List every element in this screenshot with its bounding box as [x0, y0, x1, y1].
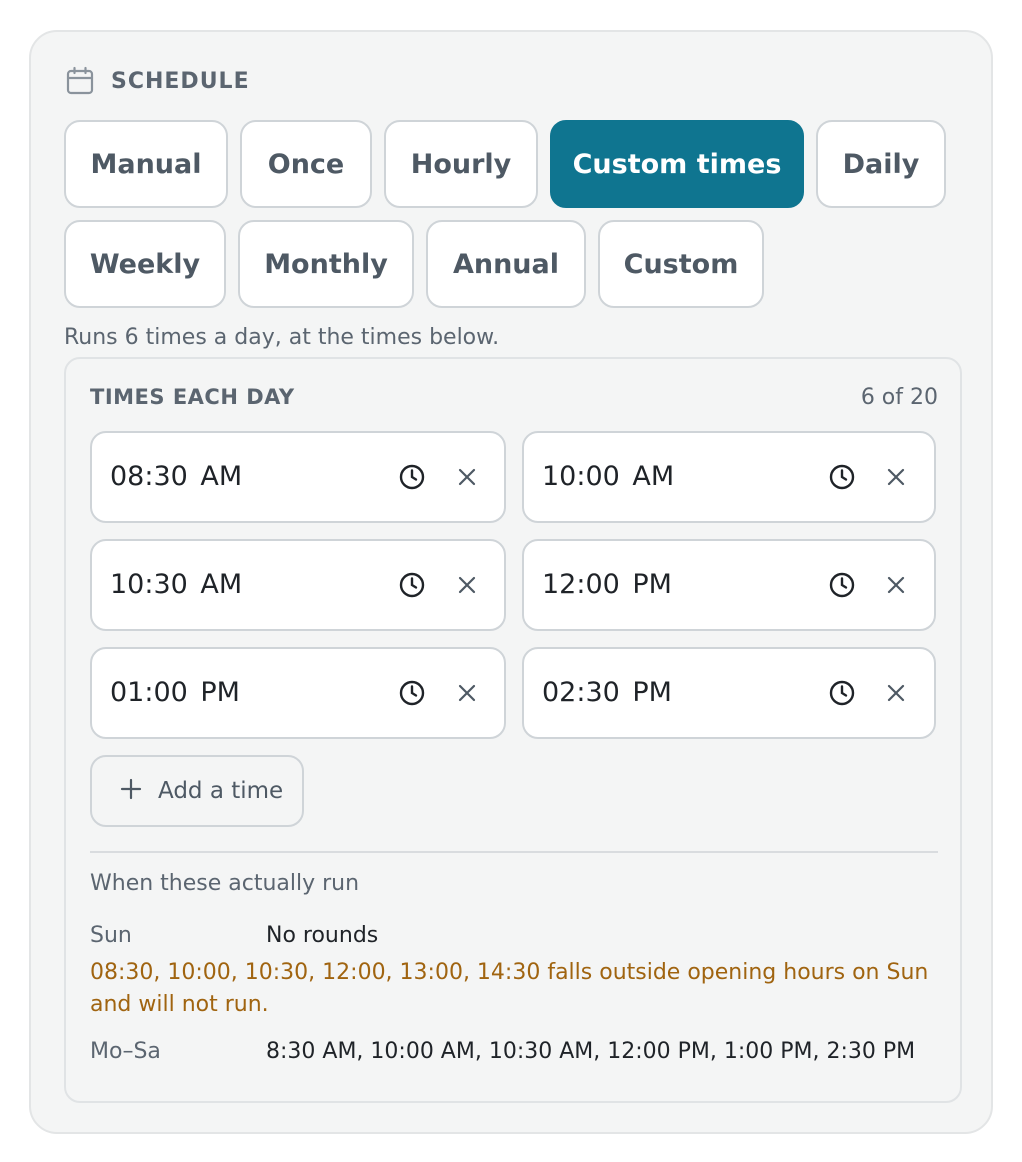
frequency-option-label: Weekly	[89, 248, 201, 280]
frequency-option-label: Custom times	[572, 148, 782, 180]
add-time-label: Add a time	[158, 778, 284, 804]
frequency-option-label: Daily	[842, 148, 920, 180]
time-field-5[interactable]: 01:00 PM	[90, 647, 506, 739]
schedule-summary: Runs 6 times a day, at the times below.	[64, 325, 500, 350]
remove-time-icon[interactable]	[882, 679, 910, 707]
time-field-3[interactable]: 10:30 AM	[90, 539, 506, 631]
remove-time-icon[interactable]	[882, 571, 910, 599]
plus-icon	[120, 778, 142, 804]
time-field-4[interactable]: 12:00 PM	[522, 539, 936, 631]
frequency-option-weekly[interactable]: Weekly	[64, 220, 226, 308]
time-field-2[interactable]: 10:00 AM	[522, 431, 936, 523]
frequency-option-manual[interactable]: Manual	[64, 120, 228, 208]
time-value[interactable]: 02:30 PM	[542, 649, 672, 737]
add-time-button[interactable]: Add a time	[90, 755, 304, 827]
divider	[90, 851, 938, 853]
calendar-icon	[65, 66, 95, 96]
frequency-option-label: Annual	[452, 248, 560, 280]
frequency-option-label: Monthly	[264, 248, 388, 280]
frequency-option-label: Custom	[623, 248, 739, 280]
remove-time-icon[interactable]	[453, 463, 481, 491]
clock-icon[interactable]	[828, 679, 856, 707]
frequency-option-custom-times[interactable]: Custom times	[550, 120, 804, 208]
schedule-card: SCHEDULE Manual Once Hourly Custom times…	[29, 30, 993, 1134]
remove-time-icon[interactable]	[453, 571, 481, 599]
times-panel-title: TIMES EACH DAY	[90, 385, 295, 409]
time-field-1[interactable]: 08:30 AM	[90, 431, 506, 523]
time-value[interactable]: 01:00 PM	[110, 649, 240, 737]
frequency-option-once[interactable]: Once	[240, 120, 372, 208]
remove-time-icon[interactable]	[453, 679, 481, 707]
opening-hours-warning: 08:30, 10:00, 10:30, 12:00, 13:00, 14:30…	[90, 960, 929, 1017]
time-value[interactable]: 12:00 PM	[542, 541, 672, 629]
clock-icon[interactable]	[398, 571, 426, 599]
run-row-value-mo-sa: 8:30 AM, 10:00 AM, 10:30 AM, 12:00 PM, 1…	[266, 1039, 916, 1064]
frequency-option-custom[interactable]: Custom	[598, 220, 764, 308]
times-panel: TIMES EACH DAY 6 of 20 08:30 AM 10:00 AM…	[64, 357, 962, 1103]
frequency-option-daily[interactable]: Daily	[816, 120, 946, 208]
clock-icon[interactable]	[828, 463, 856, 491]
frequency-option-hourly[interactable]: Hourly	[384, 120, 538, 208]
run-row-label-sun: Sun	[90, 923, 132, 948]
time-value[interactable]: 08:30 AM	[110, 433, 242, 521]
clock-icon[interactable]	[828, 571, 856, 599]
run-row-label-mo-sa: Mo–Sa	[90, 1039, 161, 1064]
frequency-option-label: Hourly	[410, 148, 512, 180]
time-value[interactable]: 10:00 AM	[542, 433, 674, 521]
frequency-option-label: Once	[267, 148, 345, 180]
frequency-option-annual[interactable]: Annual	[426, 220, 586, 308]
schedule-title: SCHEDULE	[111, 68, 250, 94]
run-row-value-sun: No rounds	[266, 923, 379, 948]
clock-icon[interactable]	[398, 679, 426, 707]
time-field-6[interactable]: 02:30 PM	[522, 647, 936, 739]
frequency-option-monthly[interactable]: Monthly	[238, 220, 414, 308]
frequency-option-label: Manual	[90, 148, 202, 180]
remove-time-icon[interactable]	[882, 463, 910, 491]
run-preview-title: When these actually run	[90, 871, 360, 896]
schedule-header: SCHEDULE	[65, 66, 250, 96]
times-count: 6 of 20	[860, 385, 938, 410]
time-value[interactable]: 10:30 AM	[110, 541, 242, 629]
clock-icon[interactable]	[398, 463, 426, 491]
